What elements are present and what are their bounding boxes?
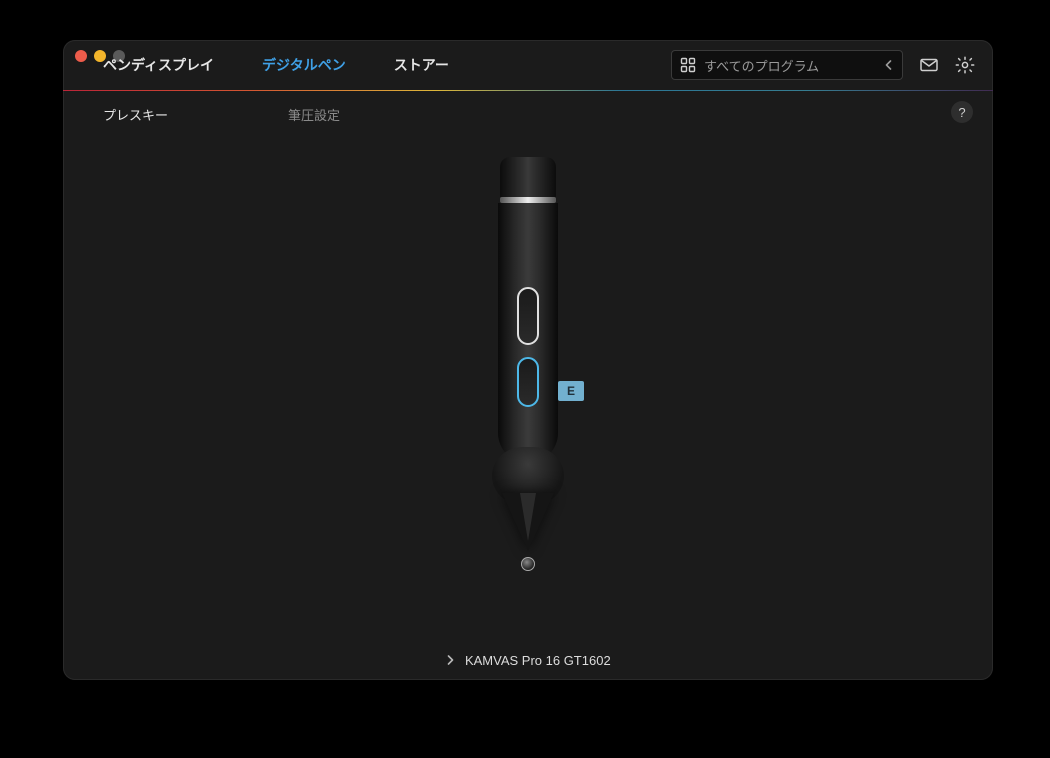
chevron-left-icon [884, 58, 894, 73]
device-footer[interactable]: KAMVAS Pro 16 GT1602 [63, 653, 993, 668]
programs-dropdown-label: すべてのプログラム [704, 56, 819, 75]
tab-digital-pen[interactable]: デジタルペン [262, 55, 346, 75]
gear-icon[interactable] [955, 55, 975, 75]
pen-cone-highlight [520, 493, 536, 541]
main-tabs: ペンディスプレイ デジタルペン ストアー [103, 55, 449, 75]
pen-lower-button[interactable] [517, 357, 539, 407]
pen-canvas: E [63, 137, 993, 640]
tab-store[interactable]: ストアー [394, 55, 449, 75]
subtab-press-key[interactable]: プレスキー [103, 105, 168, 124]
app-window: ペンディスプレイ デジタルペン ストアー すべてのプログラム [63, 40, 993, 680]
device-name: KAMVAS Pro 16 GT1602 [465, 653, 611, 668]
subtab-pressure[interactable]: 筆圧設定 [288, 105, 340, 124]
programs-dropdown[interactable]: すべてのプログラム [671, 50, 903, 80]
topbar-right: すべてのプログラム [671, 40, 975, 90]
mail-icon[interactable] [919, 55, 939, 75]
pen-illustration: E [488, 157, 568, 577]
sub-tabs: プレスキー 筆圧設定 ? [63, 91, 993, 137]
pen-lower-button-key-badge[interactable]: E [558, 381, 584, 401]
pen-nib [521, 557, 535, 571]
pen-upper-button[interactable] [517, 287, 539, 345]
top-bar: ペンディスプレイ デジタルペン ストアー すべてのプログラム [63, 40, 993, 90]
help-button[interactable]: ? [951, 101, 973, 123]
chevron-right-icon [445, 653, 459, 668]
pen-cap [500, 157, 556, 197]
grid-icon [680, 57, 696, 73]
tab-pen-display[interactable]: ペンディスプレイ [103, 55, 214, 75]
